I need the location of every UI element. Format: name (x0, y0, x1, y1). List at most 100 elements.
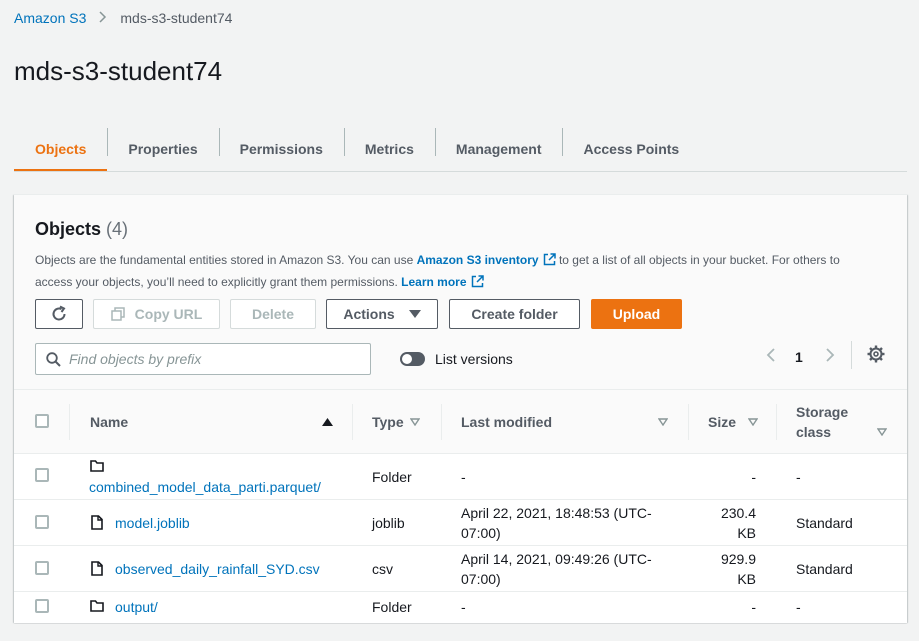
modified-line-1: April 22, 2021, 18:48:53 (UTC- (461, 505, 652, 521)
tab-bar: Objects Properties Permissions Metrics M… (14, 126, 700, 172)
file-icon (91, 561, 103, 576)
file-icon (91, 515, 103, 530)
page-number[interactable]: 1 (795, 349, 803, 365)
copy-url-label: Copy URL (134, 306, 203, 322)
actions-dropdown[interactable]: Actions (326, 299, 438, 329)
row-checkbox[interactable] (35, 515, 49, 529)
column-type-label: Type (372, 414, 404, 430)
chevron-right-icon (99, 10, 107, 26)
object-name-link[interactable]: output/ (115, 597, 158, 617)
table-row[interactable]: output/ Folder - - - (14, 592, 907, 623)
folder-icon (90, 600, 104, 612)
page-title: mds-s3-student74 (14, 56, 223, 86)
object-size: - (751, 469, 756, 485)
create-folder-label: Create folder (471, 306, 558, 322)
sort-icon[interactable] (658, 418, 668, 426)
external-link-icon[interactable] (471, 274, 484, 294)
tab-metrics[interactable]: Metrics (343, 126, 435, 172)
search-icon (46, 351, 61, 367)
upload-button[interactable]: Upload (591, 299, 682, 329)
tab-properties[interactable]: Properties (107, 126, 218, 172)
actions-label: Actions (343, 306, 395, 322)
create-folder-button[interactable]: Create folder (449, 299, 580, 329)
object-last-modified: - (461, 599, 466, 615)
page-header: Amazon S3 mds-s3-student74 mds-s3-studen… (0, 0, 919, 172)
upload-label: Upload (612, 306, 661, 322)
description-text-1: Objects are the fundamental entities sto… (35, 253, 417, 267)
tab-objects[interactable]: Objects (14, 126, 108, 172)
refresh-button[interactable] (35, 299, 83, 329)
modified-line-2: 07:00) (461, 525, 501, 541)
copy-icon (110, 307, 125, 321)
sort-icon (748, 418, 759, 426)
table-row[interactable]: combined_model_data_parti.parquet/ Folde… (14, 454, 907, 500)
object-size: - (751, 599, 756, 615)
object-last-modified: April 14, 2021, 09:49:26 (UTC- 07:00) (461, 549, 652, 589)
toggle-knob (402, 354, 412, 364)
inventory-link[interactable]: Amazon S3 inventory (417, 253, 539, 267)
column-size-label: Size (708, 414, 737, 430)
column-divider (776, 404, 777, 440)
objects-heading-label: Objects (35, 219, 102, 239)
object-storage-class: Standard (796, 561, 853, 577)
row-checkbox[interactable] (35, 468, 49, 482)
column-header-size[interactable]: Size (708, 390, 759, 454)
select-all-checkbox[interactable] (35, 414, 49, 428)
sort-ascending-icon[interactable] (322, 418, 333, 426)
tab-divider (14, 171, 907, 172)
row-checkbox[interactable] (35, 599, 49, 613)
modified-line-2: 07:00) (461, 571, 501, 587)
chevron-left-icon[interactable] (766, 347, 776, 363)
pagination-divider (851, 341, 852, 369)
column-divider (441, 404, 442, 440)
object-name-link[interactable]: combined_model_data_parti.parquet/ (89, 477, 321, 497)
object-storage-class: Standard (796, 515, 853, 531)
object-type: joblib (372, 515, 405, 531)
copy-url-button[interactable]: Copy URL (93, 299, 220, 329)
tab-management[interactable]: Management (434, 126, 563, 172)
search-box (35, 343, 371, 375)
folder-icon (90, 460, 104, 472)
list-versions-label: List versions (435, 351, 513, 367)
object-size: 230.4 KB (714, 503, 756, 543)
column-divider (352, 404, 353, 440)
gear-icon[interactable] (867, 345, 885, 363)
chevron-right-icon[interactable] (825, 347, 835, 363)
search-input[interactable] (69, 351, 359, 367)
column-header-last-modified[interactable]: Last modified (461, 390, 552, 454)
size-unit: KB (737, 571, 756, 587)
column-header-name[interactable]: Name (90, 390, 340, 454)
external-link-icon[interactable] (543, 252, 556, 272)
object-size: 929.9 KB (714, 549, 756, 589)
size-unit: KB (737, 525, 756, 541)
tab-permissions[interactable]: Permissions (218, 126, 344, 172)
column-storage-label-1: Storage (796, 404, 849, 420)
caret-down-icon (408, 310, 421, 318)
breadcrumb-current: mds-s3-student74 (120, 10, 233, 26)
delete-button[interactable]: Delete (230, 299, 316, 329)
column-header-storage-class[interactable]: Storage class (796, 390, 848, 454)
objects-description: Objects are the fundamental entities sto… (35, 250, 875, 294)
objects-count: (4) (106, 219, 129, 239)
breadcrumb-root-link[interactable]: Amazon S3 (14, 10, 86, 26)
objects-panel: Objects (4) Objects are the fundamental … (14, 194, 907, 623)
table-row[interactable]: model.joblib joblib April 22, 2021, 18:4… (14, 500, 907, 546)
object-type: Folder (372, 469, 412, 485)
object-storage-class: - (796, 469, 801, 485)
object-name-link[interactable]: model.joblib (115, 513, 190, 533)
column-last-modified-label: Last modified (461, 414, 553, 430)
table-row[interactable]: observed_daily_rainfall_SYD.csv csv Apri… (14, 546, 907, 592)
learn-more-link[interactable]: Learn more (401, 275, 466, 289)
tab-access-points[interactable]: Access Points (562, 126, 700, 172)
column-divider (69, 404, 70, 440)
column-header-type[interactable]: Type (372, 390, 420, 454)
column-storage-label-2: class (796, 424, 832, 440)
object-type: csv (372, 561, 393, 577)
list-versions-toggle[interactable] (400, 352, 425, 366)
breadcrumb: Amazon S3 mds-s3-student74 (14, 10, 232, 26)
objects-heading: Objects (4) (35, 219, 128, 240)
sort-icon[interactable] (877, 428, 887, 436)
object-name-link[interactable]: observed_daily_rainfall_SYD.csv (115, 559, 320, 579)
row-checkbox[interactable] (35, 561, 49, 575)
object-storage-class: - (796, 599, 801, 615)
